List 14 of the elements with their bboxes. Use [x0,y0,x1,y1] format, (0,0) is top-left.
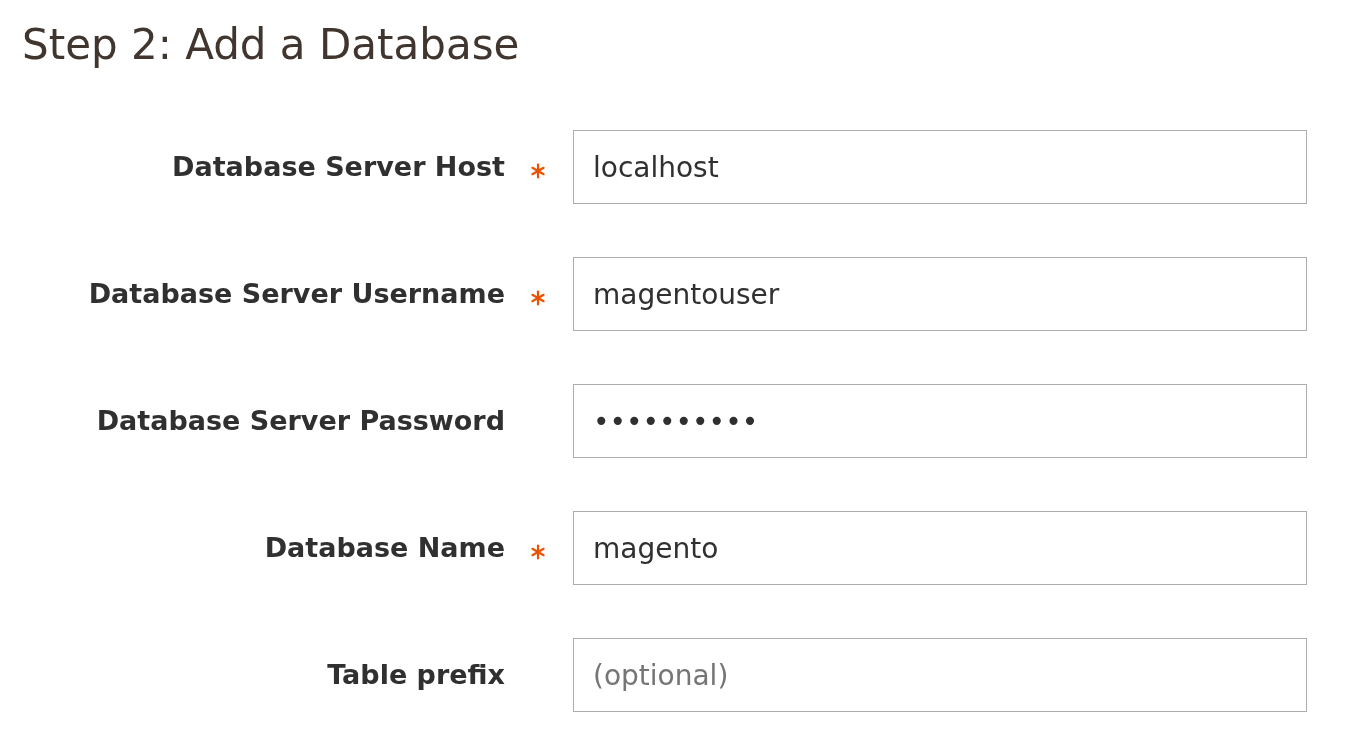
input-field[interactable]: (optional) [573,638,1307,713]
field-label: Database Server Password [95,403,505,438]
input-field[interactable]: magentouser [573,257,1307,332]
field-label: Database Name [263,530,505,565]
input-field[interactable]: magento [573,511,1307,586]
input-field[interactable]: localhost [573,130,1307,205]
asterisk-icon [530,290,546,307]
field-label: Database Server Host [171,149,505,184]
asterisk-icon [530,163,546,180]
asterisk-icon [530,544,546,561]
input-field[interactable]: •••••••••• [573,384,1307,459]
field-label: Database Server Username [87,276,505,311]
page-title: Step 2: Add a Database [22,22,521,69]
field-label: Table prefix [326,657,505,692]
